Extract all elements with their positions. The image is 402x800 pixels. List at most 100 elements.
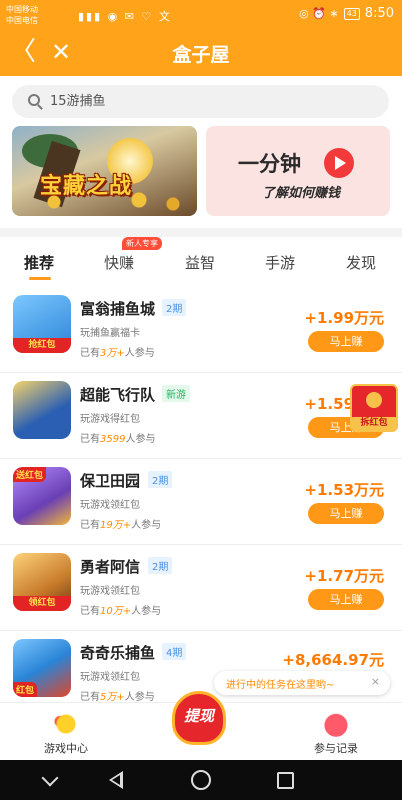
back-triangle-icon[interactable]: [106, 770, 126, 790]
game-name: 保卫田园: [80, 472, 141, 490]
system-nav-bar: [0, 760, 402, 800]
game-icon: 送红包: [13, 467, 71, 525]
game-desc: 玩游戏领红包: [80, 672, 140, 683]
records-label: 参与记录: [314, 742, 358, 755]
game-list: 抢红包 富翁捕鱼城 2期 玩捕鱼赢福卡 已有3万+人参与 +1.99万元 马上赚…: [0, 287, 402, 702]
nav-bar: 〈 ✕ 盒子屋: [0, 30, 402, 76]
search-bar[interactable]: [12, 85, 389, 118]
carrier-info: 中国移动 中国电信: [6, 4, 38, 26]
count-number: 10万+: [100, 606, 132, 617]
game-center-label: 游戏中心: [44, 742, 88, 755]
game-icon: 抢红包: [13, 295, 71, 353]
participant-count: 已有3599人参与: [80, 430, 155, 445]
earn-now-button[interactable]: 马上赚: [308, 331, 384, 352]
phase-tag: 2期: [148, 557, 173, 574]
new-game-tag: 新游: [162, 385, 190, 402]
count-prefix: 已有: [80, 606, 100, 617]
search-icon: [28, 94, 40, 106]
icon-ribbon: 领红包: [13, 596, 71, 611]
earn-now-button[interactable]: 马上赚: [308, 589, 384, 610]
game-name: 奇奇乐捕鱼: [80, 644, 156, 662]
list-item[interactable]: 送红包 保卫田园 2期 玩游戏领红包 已有19万+人参与 +1.53万元 马上赚: [0, 459, 402, 545]
game-banner[interactable]: 宝藏之战: [12, 126, 197, 216]
coin-icon: [366, 392, 382, 408]
game-desc: 玩游戏领红包: [80, 586, 140, 597]
count-number: 3599: [100, 434, 126, 445]
game-name: 富翁捕鱼城: [80, 300, 156, 318]
count-number: 3万+: [100, 348, 125, 359]
status-icons: ▮▮▮ ◉ ✉ ♡ 文: [78, 10, 172, 23]
task-tip[interactable]: 进行中的任务在这里哟~ ×: [214, 671, 390, 695]
list-item[interactable]: 领红包 勇者阿信 2期 玩游戏领红包 已有10万+人参与 +1.77万元 马上赚: [0, 545, 402, 631]
search-area: 宝藏之战 一分钟 了解如何赚钱: [0, 76, 402, 228]
game-center-icon: [51, 711, 81, 737]
icon-corner-label: 红包: [13, 682, 38, 697]
count-prefix: 已有: [80, 348, 100, 359]
game-desc: 玩游戏得红包: [80, 414, 140, 425]
status-system-icons: ◎ ⏰ ∗: [299, 7, 339, 20]
clock: 8:50: [364, 6, 394, 21]
tab-recommend[interactable]: 推荐: [24, 252, 54, 273]
count-prefix: 已有: [80, 692, 100, 702]
participant-count: 已有19万+人参与: [80, 516, 161, 531]
game-desc: 玩游戏领红包: [80, 500, 140, 511]
task-tip-text: 进行中的任务在这里哟~: [226, 680, 335, 691]
phase-tag: 4期: [162, 643, 187, 660]
participant-count: 已有3万+人参与: [80, 344, 155, 359]
reward-amount: +8,664.97元: [282, 651, 384, 669]
category-tabs: 推荐 新人专享 快赚 益智 手游 发现: [0, 237, 402, 287]
home-circle-icon[interactable]: [191, 770, 211, 790]
tab-discover[interactable]: 发现: [346, 252, 376, 273]
withdraw-button[interactable]: 提现: [168, 687, 230, 749]
icon-corner-label: 送红包: [13, 467, 47, 482]
close-icon[interactable]: ×: [371, 675, 380, 688]
count-suffix: 人参与: [124, 348, 155, 359]
count-number: 19万+: [100, 520, 132, 531]
game-icon: 领红包: [13, 553, 71, 611]
game-name: 勇者阿信: [80, 558, 141, 576]
tab-mobile-games[interactable]: 手游: [265, 252, 295, 273]
game-icon: [13, 381, 71, 439]
banner-coins-graphic: [20, 192, 190, 212]
reward-amount: +1.99万元: [304, 309, 384, 327]
game-name: 超能飞行队: [80, 386, 156, 404]
list-item[interactable]: 超能飞行队 新游 玩游戏得红包 已有3599人参与 +1.59万元 马上赚: [0, 373, 402, 459]
chevron-down-icon[interactable]: [40, 770, 60, 790]
count-number: 5万+: [100, 692, 125, 702]
participant-count: 已有10万+人参与: [80, 602, 161, 617]
reward-amount: +1.77万元: [304, 567, 384, 585]
search-input[interactable]: [50, 85, 380, 118]
active-tab-indicator: [29, 277, 51, 280]
count-suffix: 人参与: [131, 520, 162, 531]
battery-icon: 43: [343, 7, 360, 20]
recent-apps-icon[interactable]: [277, 772, 294, 789]
red-packet-float-button[interactable]: 拆红包: [350, 384, 398, 432]
count-suffix: 人参与: [125, 434, 156, 445]
tutorial-banner[interactable]: 一分钟 了解如何赚钱: [206, 126, 390, 216]
carrier-1: 中国移动: [6, 5, 38, 14]
count-prefix: 已有: [80, 520, 100, 531]
carrier-2: 中国电信: [6, 16, 38, 25]
game-icon: 红包: [13, 639, 71, 697]
tutorial-title: 一分钟: [238, 152, 301, 176]
earn-now-button[interactable]: 马上赚: [308, 503, 384, 524]
records-button[interactable]: 参与记录: [296, 711, 376, 756]
game-desc: 玩捕鱼赢福卡: [80, 328, 140, 339]
count-suffix: 人参与: [124, 692, 155, 702]
status-right: ◎ ⏰ ∗ 43 8:50: [299, 6, 394, 21]
game-center-button[interactable]: 游戏中心: [26, 711, 106, 756]
icon-ribbon: 抢红包: [13, 338, 71, 353]
participant-count: 已有5万+人参与: [80, 688, 155, 702]
count-suffix: 人参与: [131, 606, 162, 617]
records-icon: [321, 711, 351, 737]
withdraw-label: 提现: [183, 707, 214, 725]
tab-puzzle[interactable]: 益智: [185, 252, 215, 273]
count-prefix: 已有: [80, 434, 100, 445]
tutorial-subtitle: 了解如何赚钱: [262, 186, 341, 201]
phase-tag: 2期: [148, 471, 173, 488]
reward-amount: +1.53万元: [304, 481, 384, 499]
status-bar: 中国移动 中国电信 ▮▮▮ ◉ ✉ ♡ 文 ◎ ⏰ ∗ 43 8:50: [0, 0, 402, 30]
new-user-badge: 新人专享: [122, 237, 162, 250]
list-item[interactable]: 抢红包 富翁捕鱼城 2期 玩捕鱼赢福卡 已有3万+人参与 +1.99万元 马上赚: [0, 287, 402, 373]
tab-quick-earn[interactable]: 快赚: [104, 252, 134, 273]
